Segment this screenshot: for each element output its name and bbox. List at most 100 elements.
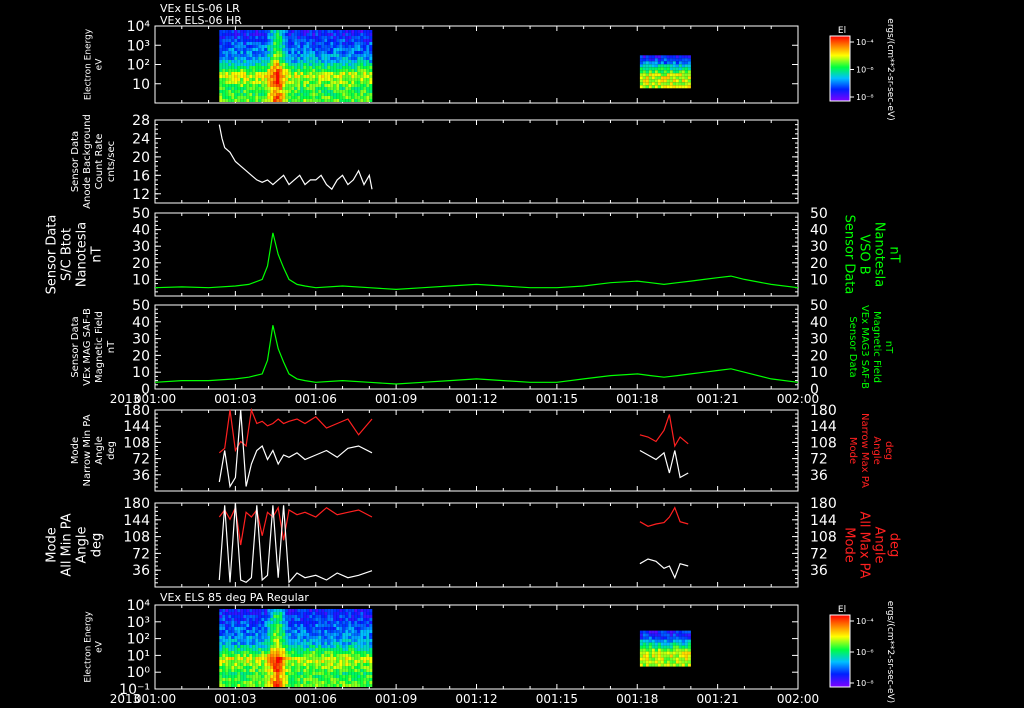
heatmap-cell [252,678,256,681]
heatmap-cell [231,639,235,642]
heatmap-cell [306,45,310,48]
heatmap-cell [672,70,676,74]
heatmap-cell [255,639,259,642]
heatmap-cell [276,42,280,45]
heatmap-cell [246,630,250,633]
heatmap-cell [330,69,334,72]
heatmap-cell [345,630,349,633]
heatmap-cell [657,61,661,65]
heatmap-cell [657,82,661,86]
heatmap-cell [306,93,310,96]
heatmap-cell [363,72,367,75]
heatmap-cell [282,618,286,621]
heatmap-cell [237,99,241,102]
heatmap-cell [327,648,331,651]
heatmap-cell [264,48,268,51]
heatmap-cell [282,636,286,639]
heatmap-cell [363,60,367,63]
heatmap-cell [243,81,247,84]
heatmap-cell [363,615,367,618]
y-tick-label: 20 [132,150,150,166]
heatmap-cell [348,660,352,663]
heatmap-cell [252,69,256,72]
heatmap-cell [657,663,661,667]
heatmap-cell [303,612,307,615]
heatmap-cell [231,645,235,648]
ylabel-right-line: nT [883,341,894,354]
heatmap-cell [357,645,361,648]
heatmap-cell [261,669,265,672]
heatmap-cell [687,70,691,74]
heatmap-cell [369,39,373,42]
heatmap-cell [684,645,688,649]
heatmap-cell [324,633,328,636]
heatmap-cell [288,39,292,42]
y-tick-label: 28 [132,113,150,129]
heatmap-cell [315,75,319,78]
heatmap-cell [249,39,253,42]
heatmap-cell [639,67,643,71]
heatmap-cell [336,633,340,636]
heatmap-cell [336,78,340,81]
heatmap-cell [681,55,685,59]
heatmap-cell [225,672,229,675]
heatmap-cell [669,85,673,89]
heatmap-cell [291,633,295,636]
heatmap-cell [315,618,319,621]
heatmap-cell [291,39,295,42]
panel4-ylabel: Sensor Data VEx MAG SAF-B Magnetic Field nT [70,308,117,386]
panel4-ylabel-right: Sensor Data VEx MAG3 SAF-B Magnetic Field n… [847,305,894,389]
y-tick-label: 108 [123,530,150,546]
heatmap-cell [291,660,295,663]
heatmap-cell [354,684,358,687]
heatmap-cell [312,78,316,81]
y-tick-label: 10 [132,365,150,381]
heatmap-cell [357,669,361,672]
heatmap-cell [246,621,250,624]
heatmap-cell [267,66,271,69]
heatmap-cell [249,654,253,657]
heatmap-cell [219,648,223,651]
heatmap-cell [639,663,643,667]
heatmap-cell [267,78,271,81]
heatmap-cell [231,621,235,624]
heatmap-cell [309,90,313,93]
heatmap-cell [354,618,358,621]
heatmap-cell [219,669,223,672]
heatmap-cell [330,45,334,48]
heatmap-cell [267,72,271,75]
panel4-series-0 [154,325,799,385]
heatmap-cell [687,648,691,652]
heatmap-cell [279,612,283,615]
heatmap-cell [654,67,658,71]
heatmap-cell [270,75,274,78]
heatmap-cell [306,33,310,36]
heatmap-cell [285,60,289,63]
heatmap-cell [639,58,643,62]
heatmap-cell [357,612,361,615]
heatmap-cell [327,621,331,624]
heatmap-cell [264,87,268,90]
heatmap-cell [276,78,280,81]
heatmap-cell [336,651,340,654]
heatmap-cell [363,654,367,657]
heatmap-cell [228,39,232,42]
heatmap-cell [279,75,283,78]
heatmap-cell [264,36,268,39]
heatmap-cell [333,63,337,66]
heatmap-cell [258,99,262,102]
heatmap-cell [363,645,367,648]
heatmap-cell [360,669,364,672]
heatmap-cell [267,660,271,663]
heatmap-cell [330,42,334,45]
heatmap-cell [303,675,307,678]
heatmap-cell [273,63,277,66]
panel3-series-0 [154,232,799,291]
heatmap-cell [237,78,241,81]
heatmap-cell [246,642,250,645]
heatmap-cell [294,75,298,78]
heatmap-cell [354,51,358,54]
heatmap-cell [360,654,364,657]
heatmap-cell [312,45,316,48]
heatmap-cell [315,648,319,651]
